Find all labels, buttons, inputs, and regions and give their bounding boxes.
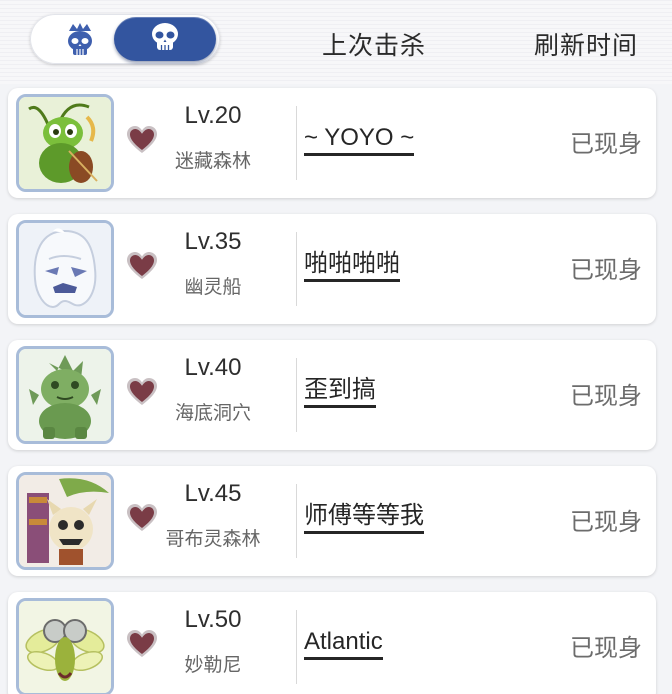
last-killer-link[interactable]: ~ YOYO ~ [304,124,415,156]
boss-row[interactable]: Lv.35 幽灵船 啪啪啪啪 已现身 [8,214,656,324]
grasshopper-violinist-icon [16,94,114,192]
boss-zone: 海底洞穴 [174,403,251,424]
boss-level: Lv.50 [184,606,242,633]
boss-row[interactable]: Lv.45 哥布灵森林 师傅等等我 已现身 [8,466,656,576]
boss-zone: 迷藏森林 [174,151,251,172]
column-divider [296,232,297,306]
spawn-status: 已现身 [570,131,642,158]
favorite-heart-icon[interactable] [126,504,158,534]
boss-level: Lv.35 [184,228,242,255]
boss-level: Lv.40 [184,354,242,381]
crowned-skull-icon[interactable] [62,21,98,57]
last-killer-link[interactable]: 师傅等等我 [304,502,424,534]
favorite-heart-icon[interactable] [126,252,158,282]
spawn-status: 已现身 [570,635,642,662]
ghost-icon [16,220,114,318]
column-header-last-kill: 上次击杀 [322,32,427,60]
column-divider [296,484,297,558]
last-killer-link[interactable]: 歪到搞 [304,376,376,408]
skull-toggle-active[interactable] [114,17,216,61]
boss-level: Lv.20 [184,102,242,129]
spawn-status: 已现身 [570,383,642,410]
boss-row[interactable]: Lv.40 海底洞穴 歪到搞 已现身 [8,340,656,450]
boss-type-toggle[interactable] [30,14,220,64]
skull-icon [148,21,182,58]
boss-row[interactable]: Lv.20 迷藏森林 ~ YOYO ~ 已现身 [8,88,656,198]
boss-zone: 哥布灵森林 [165,529,261,550]
green-cactus-monster-icon [16,346,114,444]
last-killer-link[interactable]: 啪啪啪啪 [304,250,400,282]
boss-level: Lv.45 [184,480,242,507]
favorite-heart-icon[interactable] [126,378,158,408]
boss-row[interactable]: Lv.50 妙勒尼 Atlantic 已现身 [8,592,656,694]
boss-zone: 幽灵船 [184,277,242,298]
column-divider [296,358,297,432]
favorite-heart-icon[interactable] [126,630,158,660]
column-header-refresh-time: 刷新时间 [534,32,639,60]
last-killer-link[interactable]: Atlantic [304,628,383,660]
favorite-heart-icon[interactable] [126,126,158,156]
spawn-status: 已现身 [570,257,642,284]
boss-tracker-page: 上次击杀 刷新时间 Lv.20 迷藏森林 ~ YOYO ~ 已现身 Lv.35 … [0,0,672,694]
column-divider [296,106,297,180]
dragonfly-icon [16,598,114,694]
header-bar: 上次击杀 刷新时间 [0,0,672,84]
boss-zone: 妙勒尼 [184,655,242,676]
column-divider [296,610,297,684]
spawn-status: 已现身 [570,509,642,536]
goblin-throne-icon [16,472,114,570]
